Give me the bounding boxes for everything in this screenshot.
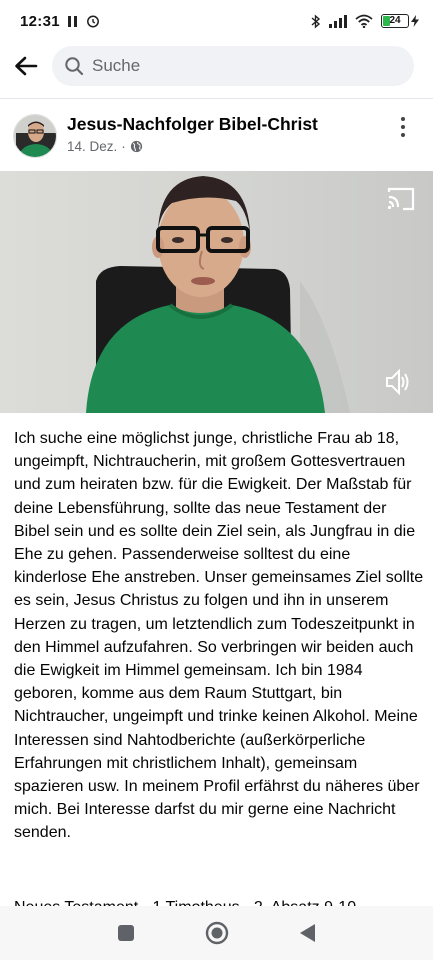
meta-separator: · (121, 139, 126, 154)
more-options-button[interactable] (393, 114, 413, 140)
triangle-back-icon (299, 924, 315, 942)
recents-button[interactable] (110, 917, 142, 949)
post-meta: 14. Dez. · (67, 139, 143, 154)
wifi-icon (355, 14, 373, 28)
post-header: Jesus-Nachfolger Bibel-Christ 14. Dez. · (0, 108, 433, 164)
header-divider (0, 98, 433, 99)
alarm-icon (86, 15, 99, 28)
search-input[interactable]: Suche (52, 46, 414, 86)
bluetooth-icon (311, 13, 321, 29)
status-bar: 12:31 24 (0, 0, 433, 42)
cast-icon[interactable] (386, 186, 416, 212)
arrow-left-icon (15, 56, 38, 76)
home-circle-icon (205, 921, 228, 945)
pause-icon (67, 15, 78, 27)
post-body: Ich suche eine möglichst junge, christli… (14, 430, 428, 842)
back-button[interactable] (0, 42, 52, 90)
home-button[interactable] (201, 917, 233, 949)
volume-icon[interactable] (384, 368, 410, 396)
profile-photo (14, 115, 56, 157)
post-author[interactable]: Jesus-Nachfolger Bibel-Christ (67, 114, 318, 135)
status-bar-right: 24 (311, 13, 419, 29)
square-icon (117, 925, 134, 941)
signal-icon (329, 14, 347, 28)
status-bar-left: 12:31 (20, 13, 100, 30)
search-header: Suche (0, 42, 433, 90)
globe-icon (130, 140, 142, 153)
battery-icon: 24 (381, 14, 419, 28)
video-frame (0, 171, 433, 413)
video-player[interactable] (0, 171, 433, 413)
search-icon (65, 57, 84, 76)
battery-level: 24 (389, 15, 401, 26)
system-nav-bar (0, 906, 433, 960)
post-date[interactable]: 14. Dez. (67, 139, 117, 154)
status-time: 12:31 (20, 12, 60, 30)
nav-back-button[interactable] (292, 917, 324, 949)
avatar[interactable] (13, 114, 57, 158)
charging-icon (411, 15, 419, 27)
search-placeholder: Suche (92, 56, 141, 75)
